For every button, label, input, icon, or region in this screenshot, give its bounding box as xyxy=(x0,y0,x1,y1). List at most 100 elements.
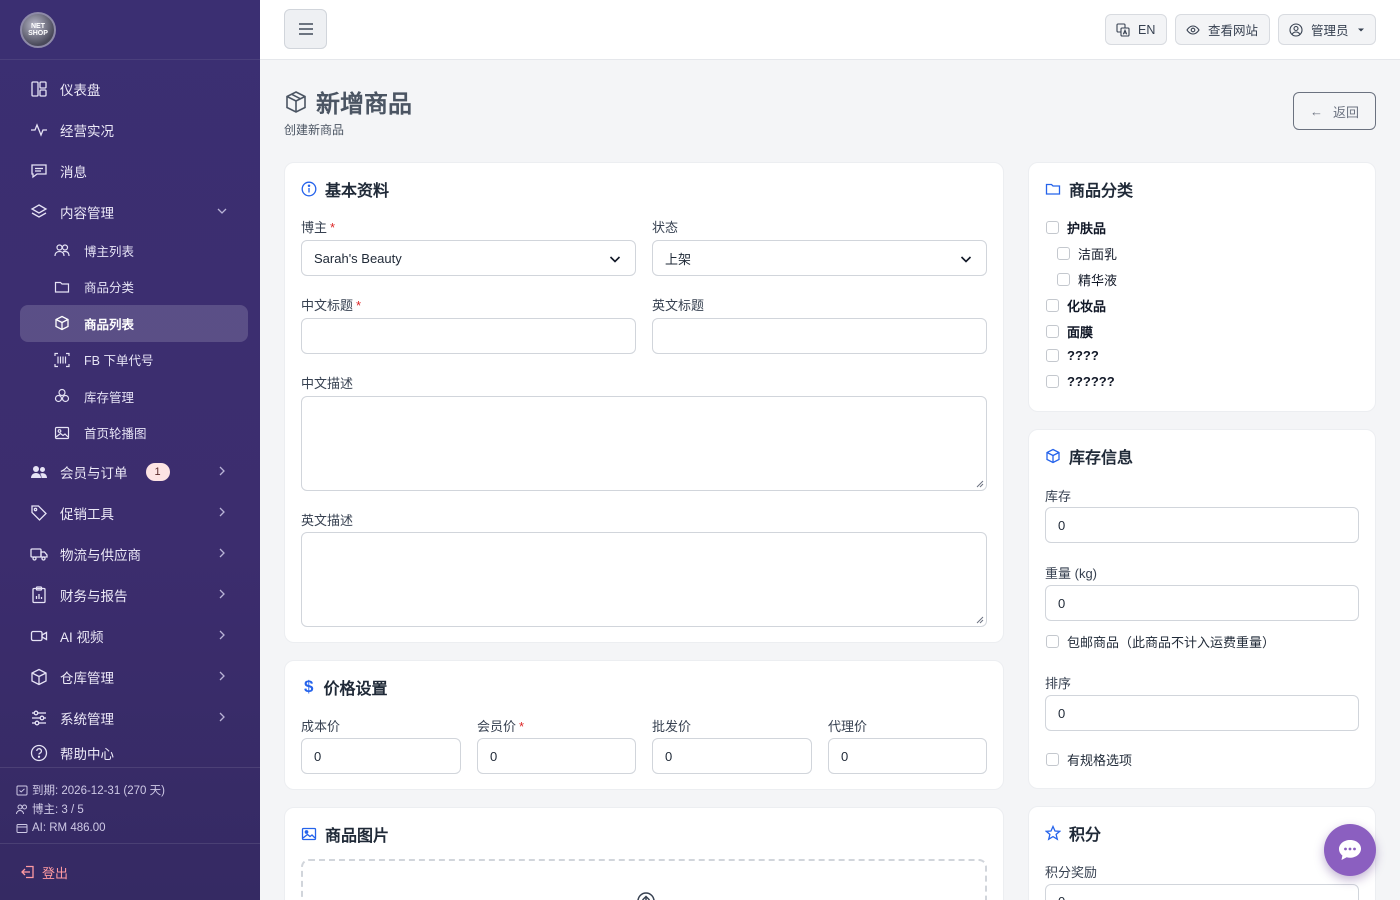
sidebar-item-live[interactable]: 经营实况 xyxy=(20,109,248,150)
message-icon xyxy=(30,162,48,180)
admin-menu-button[interactable]: 管理员 xyxy=(1278,14,1376,45)
stock-title: 库存信息 xyxy=(1045,444,1133,468)
logo[interactable]: NET SHOP xyxy=(20,11,56,48)
category-title: 商品分类 xyxy=(1045,177,1133,201)
category-checkbox-cleanser[interactable]: 洁面乳 xyxy=(1057,244,1117,263)
category-label: 精华液 xyxy=(1078,273,1118,288)
sidebar-item-bloggers[interactable]: 博主列表 xyxy=(20,232,248,269)
category-checkbox-skincare[interactable]: 护肤品 xyxy=(1046,218,1106,237)
checkbox[interactable] xyxy=(1046,635,1059,648)
sidebar-item-help[interactable]: 帮助中心 xyxy=(20,738,248,768)
category-checkbox-unknown-2[interactable]: ?????? xyxy=(1046,374,1115,389)
upload-icon xyxy=(637,892,655,900)
cost-price-input[interactable]: 0 xyxy=(301,738,461,774)
admin-label: 管理员 xyxy=(1311,24,1349,38)
title-cn-label-text: 中文标题 xyxy=(301,298,354,313)
category-checkbox-unknown-1[interactable]: ???? xyxy=(1046,348,1099,363)
chat-support-button[interactable] xyxy=(1324,824,1376,876)
chevron-right-icon xyxy=(219,630,225,640)
checkbox[interactable] xyxy=(1046,375,1059,388)
sidebar-item-inventory[interactable]: 库存管理 xyxy=(20,378,248,415)
agent-price-input[interactable]: 0 xyxy=(828,738,987,774)
logout-button[interactable]: 登出 xyxy=(0,843,260,900)
weight-value: 0 xyxy=(1058,595,1066,611)
back-button[interactable]: ← 返回 xyxy=(1293,92,1376,130)
basic-info-card: 基本资料 博主 * Sarah's Beauty 状态 上架 中文标题 * 英文标题… xyxy=(284,162,1004,643)
sidebar: NET SHOP 仪表盘 经营实况 消息 内容管理 博主列表 商品分类 商品列表… xyxy=(0,0,260,900)
sort-label: 排序 xyxy=(1045,676,1072,691)
category-label: 化妆品 xyxy=(1067,299,1107,314)
sidebar-item-members-orders[interactable]: 会员与订单 1 xyxy=(20,451,248,492)
blogger-select-value: Sarah's Beauty xyxy=(314,250,402,266)
variants-checkbox[interactable]: 有规格选项 xyxy=(1046,750,1132,769)
sliders-icon xyxy=(30,709,48,727)
sort-input[interactable]: 0 xyxy=(1045,695,1359,731)
blogger-select[interactable]: Sarah's Beauty xyxy=(301,240,636,276)
sidebar-item-warehouse[interactable]: 仓库管理 xyxy=(20,656,248,697)
checkbox[interactable] xyxy=(1057,273,1070,286)
free-shipping-checkbox[interactable]: 包邮商品（此商品不计入运费重量） xyxy=(1046,632,1275,651)
sidebar-sub-label: FB 下单代号 xyxy=(84,354,154,369)
title-en-input[interactable] xyxy=(652,318,987,354)
chevron-right-icon xyxy=(219,466,225,476)
sidebar-item-label: 财务与报告 xyxy=(60,588,128,604)
weight-input[interactable]: 0 xyxy=(1045,585,1359,621)
sidebar-item-dashboard[interactable]: 仪表盘 xyxy=(20,68,248,109)
back-label: 返回 xyxy=(1332,104,1359,120)
category-checkbox-cosmetics[interactable]: 化妆品 xyxy=(1046,296,1106,315)
checkbox[interactable] xyxy=(1046,221,1059,234)
translate-icon xyxy=(1116,22,1130,37)
language-button[interactable]: EN xyxy=(1105,14,1167,45)
wholesale-price-label: 批发价 xyxy=(652,719,692,734)
view-site-label: 查看网站 xyxy=(1208,24,1259,38)
checkbox[interactable] xyxy=(1046,753,1059,766)
sidebar-item-content[interactable]: 内容管理 xyxy=(20,191,248,232)
resize-grip-icon xyxy=(976,616,984,624)
sidebar-item-banners[interactable]: 首页轮播图 xyxy=(20,415,248,452)
sidebar-sub-label: 商品列表 xyxy=(84,317,135,332)
sidebar-item-categories[interactable]: 商品分类 xyxy=(20,269,248,306)
stock-input[interactable]: 0 xyxy=(1045,507,1359,543)
category-checkbox-mask[interactable]: 面膜 xyxy=(1046,322,1093,341)
sidebar-item-logistics[interactable]: 物流与供应商 xyxy=(20,533,248,574)
sidebar-item-system[interactable]: 系统管理 xyxy=(20,697,248,738)
wholesale-price-input[interactable]: 0 xyxy=(652,738,812,774)
checkbox[interactable] xyxy=(1046,325,1059,338)
sidebar-item-fb-codes[interactable]: FB 下单代号 xyxy=(20,342,248,379)
sort-value: 0 xyxy=(1058,705,1066,721)
agent-price-label: 代理价 xyxy=(828,719,868,734)
member-price-input[interactable]: 0 xyxy=(477,738,636,774)
checkbox[interactable] xyxy=(1046,349,1059,362)
desc-cn-label: 中文描述 xyxy=(301,376,354,391)
sidebar-item-label: 促销工具 xyxy=(60,506,114,522)
bloggers-row: 博主: 3 / 5 xyxy=(16,799,244,818)
points-reward-input[interactable]: 0 xyxy=(1045,884,1359,900)
status-select[interactable]: 上架 xyxy=(652,240,987,276)
users-icon xyxy=(54,242,70,258)
calendar-check-icon xyxy=(16,785,28,795)
points-title: 积分 xyxy=(1045,821,1101,845)
sidebar-item-label: AI 视频 xyxy=(60,629,104,645)
sidebar-item-promotions[interactable]: 促销工具 xyxy=(20,492,248,533)
cost-price-label: 成本价 xyxy=(301,719,341,734)
view-site-button[interactable]: 查看网站 xyxy=(1175,14,1270,45)
menu-toggle-button[interactable] xyxy=(284,9,327,49)
category-checkbox-serum[interactable]: 精华液 xyxy=(1057,270,1117,289)
checkbox[interactable] xyxy=(1046,299,1059,312)
desc-en-textarea[interactable] xyxy=(301,532,987,627)
sidebar-item-ai-video[interactable]: AI 视频 xyxy=(20,615,248,656)
sidebar-item-messages[interactable]: 消息 xyxy=(20,150,248,191)
title-cn-input[interactable] xyxy=(301,318,636,354)
chevron-right-icon xyxy=(219,548,225,558)
help-icon xyxy=(30,744,48,762)
checkbox[interactable] xyxy=(1057,247,1070,260)
chevron-right-icon xyxy=(219,507,225,517)
info-icon xyxy=(301,181,317,197)
category-label: ???? xyxy=(1067,348,1099,363)
sidebar-item-products[interactable]: 商品列表 xyxy=(20,305,248,342)
wallet-icon xyxy=(16,823,28,833)
images-card: 商品图片 xyxy=(284,807,1004,900)
image-upload-dropzone[interactable] xyxy=(301,859,987,900)
sidebar-item-finance[interactable]: 财务与报告 xyxy=(20,574,248,615)
desc-cn-textarea[interactable] xyxy=(301,396,987,491)
